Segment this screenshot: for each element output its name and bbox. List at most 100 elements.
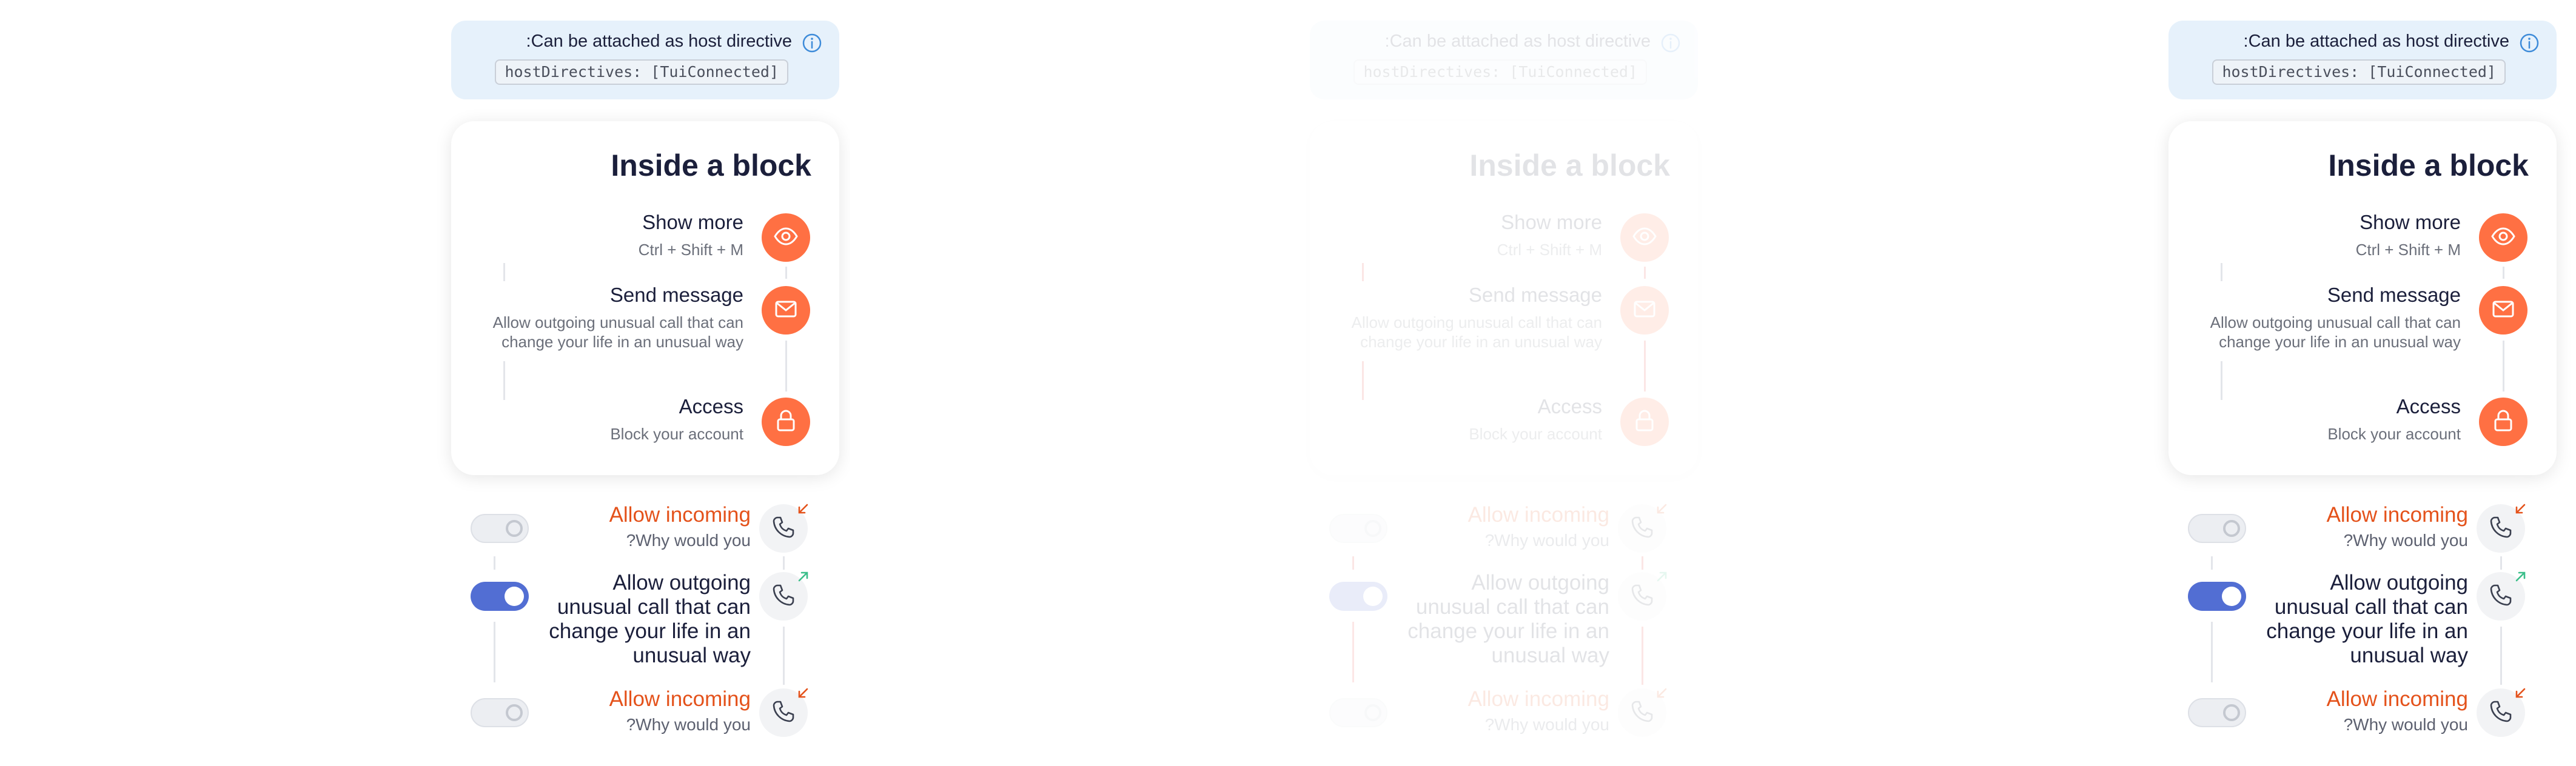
item-title-send-message: Send message: [609, 284, 743, 306]
phone-button-incoming-1[interactable]: [2477, 504, 2526, 553]
card-item-access[interactable]: [2479, 398, 2527, 446]
phone-icon: [1628, 513, 1657, 545]
connector-line: [2221, 263, 2222, 281]
card-item-send-message[interactable]: [1620, 286, 1669, 335]
connector-line: [1644, 341, 1646, 391]
panel-light: :Can be attached as host directive hostD…: [0, 0, 850, 766]
card-item-access[interactable]: [762, 398, 810, 446]
info-icon[interactable]: [802, 33, 822, 53]
info-icon[interactable]: [2519, 33, 2540, 53]
outgoing-arrow-icon: [796, 570, 810, 584]
toggle-knob: [506, 704, 523, 721]
eye-icon: [773, 223, 799, 253]
item-title-send-message: Send message: [2327, 284, 2461, 306]
card-title: Inside a block: [2328, 148, 2529, 182]
toggle-knob: [2223, 704, 2240, 721]
call-subtitle-incoming-2: ?Why would you: [1484, 715, 1609, 734]
item-title-show-more: Show more: [1501, 211, 1602, 233]
toggle-knob: [1364, 704, 1381, 721]
phone-icon: [769, 581, 798, 613]
toggle-knob: [1364, 520, 1381, 537]
toggle-incoming-2[interactable]: [1329, 698, 1387, 727]
mail-icon: [1631, 296, 1658, 325]
phone-icon: [769, 697, 798, 729]
connector-line: [1352, 556, 1354, 570]
note-code: hostDirectives: [TuiConnected]: [495, 59, 788, 85]
connector-line: [494, 622, 495, 682]
phone-icon: [2486, 513, 2515, 545]
card-item-show-more[interactable]: [2479, 213, 2527, 262]
toggle-knob: [2223, 520, 2240, 537]
toggle-incoming-1[interactable]: [1329, 514, 1387, 543]
card-title: Inside a block: [611, 148, 811, 182]
toggle-outgoing[interactable]: [471, 582, 529, 611]
panel-separator: [1709, 0, 1717, 766]
connector-line: [1362, 263, 1364, 281]
toggle-incoming-1[interactable]: [471, 514, 529, 543]
call-title-outgoing: Allow outgoing unusual call that can cha…: [2266, 571, 2468, 667]
toggle-outgoing[interactable]: [1329, 582, 1387, 611]
phone-button-incoming-1[interactable]: [1618, 502, 1669, 553]
toggle-incoming-1[interactable]: [2188, 514, 2246, 543]
note-text: :Can be attached as host directive: [526, 32, 792, 51]
incoming-arrow-icon: [1654, 686, 1669, 701]
lock-icon: [773, 407, 799, 437]
connector-line: [494, 556, 495, 570]
panel-separator: [850, 0, 859, 766]
host-directive-note: :Can be attached as host directive hostD…: [2168, 21, 2557, 99]
phone-button-incoming-2[interactable]: [759, 688, 808, 737]
panel-debug: :Can be attached as host directive hostD…: [859, 0, 1709, 766]
incoming-arrow-icon: [796, 686, 810, 701]
card-item-send-message[interactable]: [762, 286, 810, 335]
card-item-send-message[interactable]: [2479, 286, 2527, 335]
mail-icon: [2490, 296, 2517, 325]
phone-button-incoming-1[interactable]: [759, 504, 808, 553]
connector-line: [1642, 556, 1643, 570]
block-card: Inside a block Show more Ctrl + Shift + …: [451, 121, 839, 475]
toggle-outgoing[interactable]: [2188, 582, 2246, 611]
phone-icon: [1628, 581, 1657, 613]
connector-line: [783, 627, 785, 685]
connector-line: [2211, 622, 2213, 682]
call-title-outgoing: Allow outgoing unusual call that can cha…: [549, 571, 751, 667]
lock-icon: [1631, 407, 1658, 437]
phone-button-outgoing[interactable]: [2477, 570, 2527, 621]
card-title: Inside a block: [1469, 148, 1670, 182]
phone-button-outgoing[interactable]: [1618, 570, 1669, 621]
toggle-incoming-2[interactable]: [471, 698, 529, 727]
phone-button-incoming-2[interactable]: [1618, 686, 1669, 737]
card-item-show-more[interactable]: [1620, 213, 1669, 262]
eye-icon: [2490, 223, 2517, 253]
toggle-incoming-2[interactable]: [2188, 698, 2246, 727]
item-title-show-more: Show more: [642, 211, 743, 233]
item-desc-show-more: Ctrl + Shift + M: [638, 241, 743, 259]
call-title-incoming-2: Allow incoming: [609, 687, 751, 711]
mail-icon: [773, 296, 799, 325]
connector-line: [2500, 556, 2502, 570]
call-title-incoming-2: Allow incoming: [2326, 687, 2468, 711]
call-subtitle-incoming-1: ?Why would you: [626, 531, 751, 550]
item-title-show-more: Show more: [2360, 211, 2461, 233]
toggle-knob: [2222, 587, 2241, 606]
outgoing-arrow-icon: [1654, 570, 1669, 584]
item-desc-access: Block your account: [1469, 425, 1602, 443]
item-desc-show-more: Ctrl + Shift + M: [2355, 241, 2461, 259]
host-directive-note: :Can be attached as host directive hostD…: [451, 21, 839, 99]
phone-button-incoming-2[interactable]: [2477, 686, 2527, 737]
panel-result: :Can be attached as host directive hostD…: [1717, 0, 2568, 766]
incoming-arrow-icon: [1654, 502, 1669, 516]
info-icon[interactable]: [1660, 33, 1681, 53]
call-subtitle-incoming-2: ?Why would you: [2343, 715, 2468, 734]
incoming-arrow-icon: [2513, 686, 2527, 701]
block-card: Inside a block Show more Ctrl + Shift + …: [2168, 121, 2557, 475]
connector-line: [2211, 556, 2213, 570]
outgoing-arrow-icon: [2513, 570, 2527, 584]
call-title-outgoing: Allow outgoing unusual call that can cha…: [1407, 571, 1609, 667]
phone-button-outgoing[interactable]: [759, 570, 810, 621]
call-title-incoming-1: Allow incoming: [609, 503, 751, 527]
card-item-access[interactable]: [1620, 398, 1669, 446]
toggle-knob: [505, 587, 524, 606]
call-title-incoming-1: Allow incoming: [1467, 503, 1609, 527]
connector-line: [2221, 361, 2222, 400]
card-item-show-more[interactable]: [762, 213, 810, 262]
